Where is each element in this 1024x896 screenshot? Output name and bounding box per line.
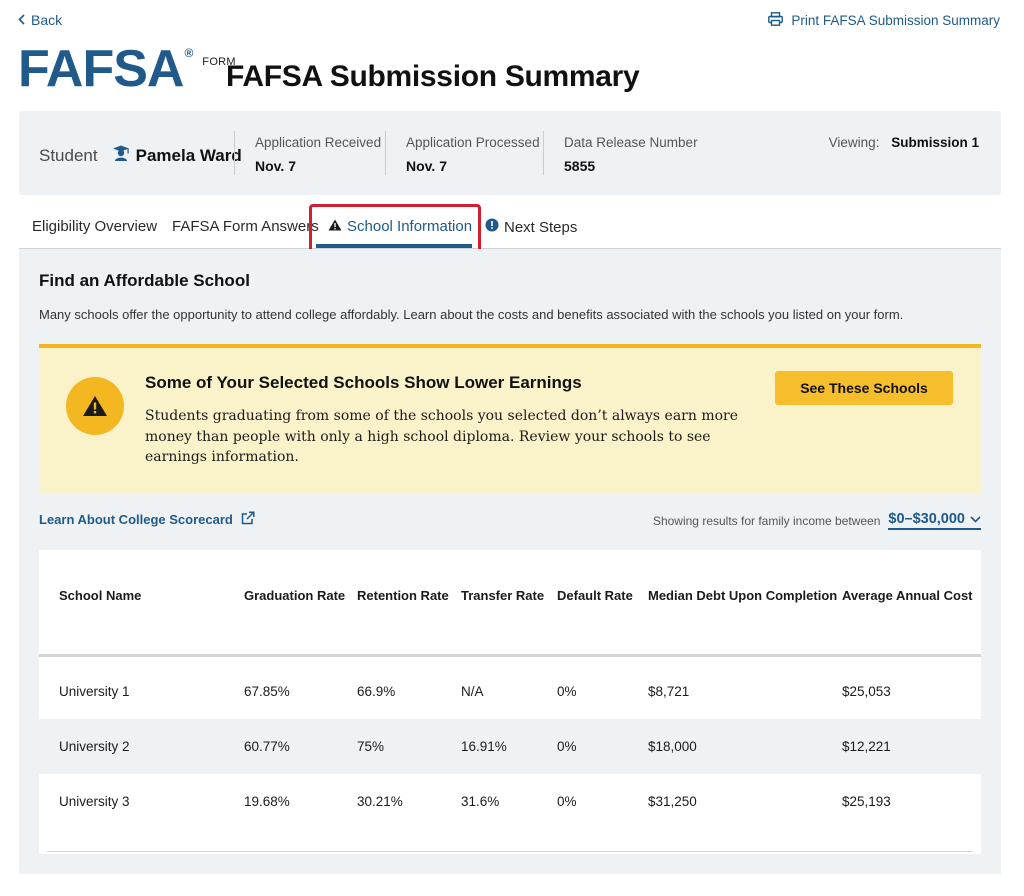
viewing-value: Submission 1 <box>891 135 979 150</box>
average-cost-cell: $25,053 <box>842 684 891 699</box>
back-label: Back <box>31 12 63 28</box>
income-filter-label: Showing results for family income betwee… <box>652 513 881 528</box>
chevron-left-icon <box>18 12 25 28</box>
average-cost-cell: $25,193 <box>842 794 891 809</box>
application-processed-label: Application Processed <box>406 135 540 150</box>
table-row: University 2 60.77% 75% 16.91% 0% $18,00… <box>39 719 981 774</box>
alert-body: Students graduating from some of the sch… <box>145 408 739 465</box>
data-release-number: Data Release Number 5855 <box>564 135 698 174</box>
print-label: Print FAFSA Submission Summary <box>791 13 1000 28</box>
school-name-cell: University 1 <box>59 684 130 699</box>
column-header: School Name <box>59 588 142 603</box>
warning-icon <box>66 377 124 435</box>
viewing-label: Viewing: <box>828 135 880 150</box>
student-label: Student <box>39 145 98 165</box>
column-header: Retention Rate <box>357 588 449 603</box>
graduation-rate-cell: 60.77% <box>244 739 290 754</box>
graduation-rate-cell: 67.85% <box>244 684 290 699</box>
application-processed: Application Processed Nov. 7 <box>406 135 540 174</box>
logo-registered-mark: ® <box>184 46 194 60</box>
student-info: Student Pamela Ward <box>39 144 242 167</box>
page-title: FAFSA Submission Summary <box>226 60 640 93</box>
header-divider <box>39 654 981 657</box>
tab-label: FAFSA Form Answers <box>172 218 319 235</box>
fafsa-logo: FAFSA ® FORM <box>18 40 236 98</box>
tab-next-steps[interactable]: Next Steps <box>485 218 577 236</box>
default-rate-cell: 0% <box>557 684 577 699</box>
transfer-rate-cell: 31.6% <box>461 794 500 809</box>
divider <box>543 131 544 175</box>
student-name: Pamela Ward <box>135 145 242 165</box>
table-row: University 3 19.68% 30.21% 31.6% 0% $31,… <box>39 774 981 829</box>
tab-label: Next Steps <box>504 218 578 236</box>
income-range-value: $0–$30,000 <box>888 511 965 527</box>
divider <box>385 131 386 175</box>
column-header: Median Debt Upon Completion <box>648 588 838 603</box>
printer-icon <box>768 12 784 29</box>
application-received-label: Application Received <box>255 135 382 150</box>
student-graduate-icon <box>112 144 130 167</box>
application-processed-value: Nov. 7 <box>406 158 447 174</box>
application-received: Application Received Nov. 7 <box>255 135 381 174</box>
logo-wordmark: FAFSA <box>18 40 184 98</box>
tab-fafsa-form-answers[interactable]: FAFSA Form Answers <box>172 218 319 235</box>
default-rate-cell: 0% <box>557 794 577 809</box>
tab-label: Eligibility Overview <box>32 218 158 235</box>
see-these-schools-button[interactable]: See These Schools <box>775 371 953 405</box>
income-range-dropdown[interactable]: $0–$30,000 <box>888 511 981 530</box>
alert-title: Some of Your Selected Schools Show Lower… <box>145 373 582 392</box>
transfer-rate-cell: 16.91% <box>461 739 507 754</box>
application-received-value: Nov. 7 <box>255 158 296 174</box>
retention-rate-cell: 75% <box>357 739 385 754</box>
back-link[interactable]: Back <box>18 12 62 28</box>
column-header: Graduation Rate <box>244 588 346 603</box>
data-release-number-label: Data Release Number <box>564 135 698 150</box>
submission-summary-bar: Student Pamela Ward Application Received… <box>19 111 1001 195</box>
median-debt-cell: $8,721 <box>648 684 690 699</box>
graduation-rate-cell: 19.68% <box>244 794 290 809</box>
column-header: Transfer Rate <box>461 588 545 603</box>
scorecard-link-label: Learn About College Scorecard <box>39 512 233 527</box>
info-icon <box>485 218 499 236</box>
college-scorecard-link[interactable]: Learn About College Scorecard <box>39 511 255 528</box>
median-debt-cell: $18,000 <box>648 739 697 754</box>
print-summary-link[interactable]: Print FAFSA Submission Summary <box>768 12 1000 29</box>
average-cost-cell: $12,221 <box>842 739 891 754</box>
column-header: Default Rate <box>557 588 633 603</box>
transfer-rate-cell: N/A <box>461 684 484 699</box>
schools-table: School Name Graduation Rate Retention Ra… <box>39 550 981 854</box>
school-information-panel: Find an Affordable School Many schools o… <box>19 249 1001 874</box>
section-title: Find an Affordable School <box>39 271 250 290</box>
tab-bar: Eligibility Overview FAFSA Form Answers … <box>19 200 1001 260</box>
lower-earnings-alert: Some of Your Selected Schools Show Lower… <box>39 344 981 493</box>
section-description: Many schools offer the opportunity to at… <box>39 307 904 322</box>
retention-rate-cell: 66.9% <box>357 684 396 699</box>
income-filter: Showing results for family income betwee… <box>653 511 981 530</box>
divider <box>234 131 235 175</box>
data-release-number-value: 5855 <box>564 158 596 174</box>
default-rate-cell: 0% <box>557 739 577 754</box>
chevron-down-icon <box>970 511 981 527</box>
column-header: Average Annual Cost <box>842 588 973 603</box>
table-bottom-divider <box>47 851 973 852</box>
table-row: University 1 67.85% 66.9% N/A 0% $8,721 … <box>39 664 981 719</box>
school-name-cell: University 2 <box>59 739 130 754</box>
retention-rate-cell: 30.21% <box>357 794 403 809</box>
school-name-cell: University 3 <box>59 794 130 809</box>
external-link-icon <box>241 511 255 528</box>
viewing-submission[interactable]: Viewing: Submission 1 <box>829 135 979 150</box>
tab-eligibility-overview[interactable]: Eligibility Overview <box>32 218 157 235</box>
median-debt-cell: $31,250 <box>648 794 697 809</box>
